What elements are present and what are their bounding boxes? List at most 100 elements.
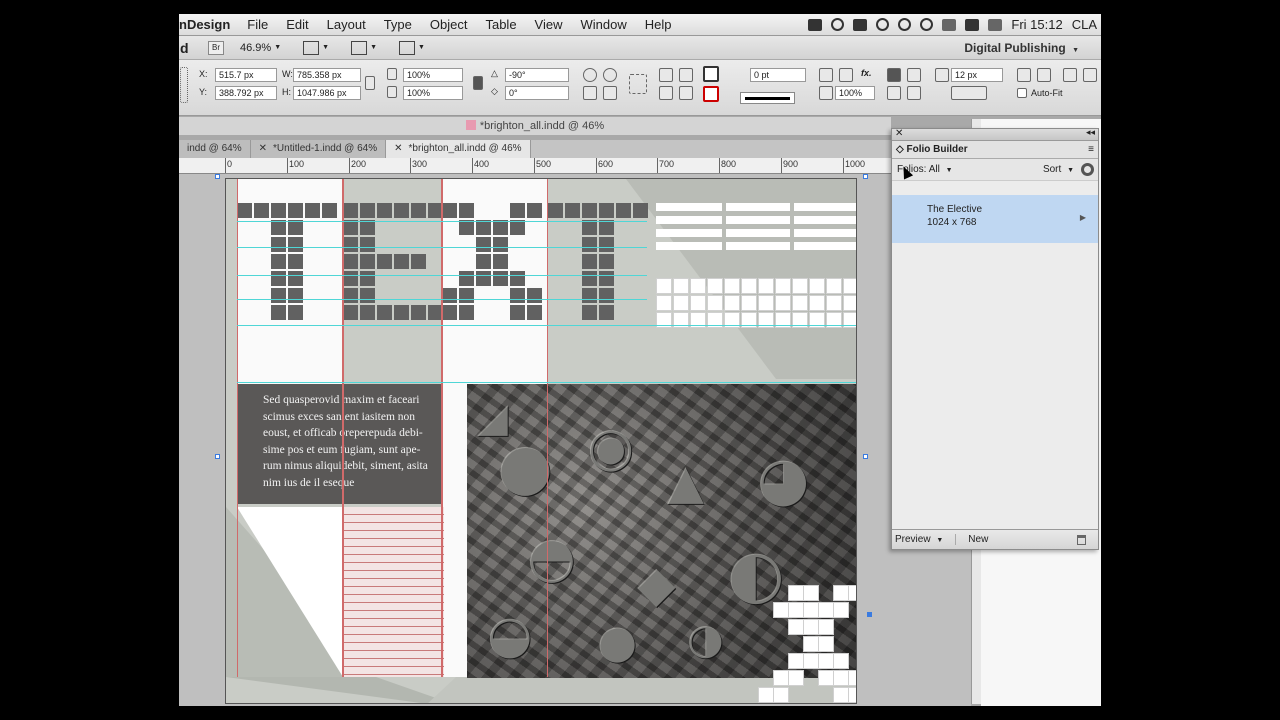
panel-menu-icon[interactable]: ≡ [1088, 141, 1094, 159]
camera-icon[interactable] [808, 18, 823, 31]
align-left-icon[interactable] [887, 86, 901, 100]
chevron-down-icon[interactable]: ▼ [274, 44, 281, 51]
screen-mode-icon[interactable] [351, 40, 368, 55]
shear-field[interactable]: 0° [505, 86, 569, 100]
white-pixel [843, 295, 856, 311]
fill-proportionally-icon[interactable] [1063, 68, 1077, 82]
menu-layout[interactable]: Layout [318, 17, 375, 32]
select-next-icon[interactable] [659, 68, 673, 82]
frame-handle[interactable] [863, 454, 868, 459]
menu-type[interactable]: Type [375, 17, 421, 32]
pasteboard[interactable]: ◢ ● ◉ ▲ ◕ ◓ ◆ ◐ ◒ ● ◑ Sed quasperovid ma… [179, 174, 971, 706]
opacity-field[interactable]: 100% [835, 86, 875, 100]
chevron-down-icon[interactable]: ▼ [370, 44, 377, 51]
folio-list-item[interactable]: The Elective 1024 x 768 ▶ [892, 195, 1098, 243]
preview-button[interactable]: Preview ▼ [892, 534, 957, 545]
fill-swatch-icon[interactable] [703, 66, 719, 82]
fx-icon[interactable]: fx. [861, 68, 872, 78]
sort-dropdown[interactable]: Sort ▼ [1043, 159, 1074, 182]
close-icon[interactable]: ✕ [394, 143, 402, 154]
rotate-cw-icon[interactable] [583, 68, 597, 82]
constrain-scale-icon[interactable] [473, 76, 483, 90]
rotation-field[interactable]: -90° [505, 68, 569, 82]
effects-icon[interactable] [839, 68, 853, 82]
align-center-icon[interactable] [907, 86, 921, 100]
x-field[interactable]: 515.7 px [215, 68, 277, 82]
volume-icon[interactable] [988, 18, 1003, 31]
document-page[interactable]: ◢ ● ◉ ▲ ◕ ◓ ◆ ◐ ◒ ● ◑ Sed quasperovid ma… [225, 178, 857, 704]
height-field[interactable]: 1047.986 px [293, 86, 361, 100]
frame-handle[interactable] [867, 612, 872, 617]
menu-object[interactable]: Object [421, 17, 477, 32]
menu-window[interactable]: Window [572, 17, 636, 32]
menu-clock[interactable]: Fri 15:12 [1011, 17, 1062, 32]
frame-handle[interactable] [215, 174, 220, 179]
gear-icon[interactable] [876, 18, 890, 31]
drop-shadow-icon[interactable] [819, 68, 833, 82]
folios-filter-dropdown[interactable]: All ▼ [929, 164, 953, 175]
scale-x-field[interactable]: 100% [403, 68, 463, 82]
tab-indd[interactable]: indd @ 64% [179, 140, 251, 158]
refresh-icon[interactable] [920, 18, 934, 31]
chevron-down-icon[interactable]: ▼ [418, 44, 425, 51]
pixel-block [599, 271, 614, 286]
select-prev-object-icon[interactable] [679, 86, 693, 100]
dropbox-icon[interactable] [853, 18, 868, 31]
constrain-proportions-icon[interactable] [365, 76, 375, 90]
select-container-icon[interactable] [629, 74, 647, 94]
flip-horizontal-icon[interactable] [583, 86, 597, 100]
wifi-icon[interactable] [942, 18, 957, 31]
white-bar [794, 242, 856, 250]
zoom-level[interactable]: 46.9% [240, 42, 271, 54]
fit-frame-icon[interactable] [1037, 68, 1051, 82]
trash-icon[interactable] [1077, 534, 1086, 545]
menu-table[interactable]: Table [476, 17, 525, 32]
chevron-right-icon[interactable]: ▶ [1080, 211, 1086, 224]
tab-untitled[interactable]: ✕ *Untitled-1.indd @ 64% [250, 140, 387, 158]
select-previous-icon[interactable] [659, 86, 673, 100]
menu-help[interactable]: Help [636, 17, 681, 32]
panel-tab-folio-builder[interactable]: ◇ Folio Builder ≡ [892, 141, 1098, 159]
chevron-down-icon[interactable]: ▼ [322, 44, 329, 51]
stroke-swatch-icon[interactable] [703, 86, 719, 102]
time-machine-icon[interactable] [898, 18, 912, 31]
new-button[interactable]: New [956, 534, 988, 545]
frame-handle[interactable] [863, 174, 868, 179]
stroke-weight-field[interactable]: 0 pt [750, 68, 806, 82]
horizontal-ruler[interactable]: 0 100 200 300 400 500 600 700 800 900 10… [179, 158, 891, 174]
rotate-ccw-icon[interactable] [603, 68, 617, 82]
autofit-checkbox[interactable] [1017, 88, 1027, 98]
text-wrap-none-icon[interactable] [887, 68, 901, 82]
view-options-icon[interactable] [303, 40, 320, 55]
width-field[interactable]: 785.358 px [293, 68, 361, 82]
menu-edit[interactable]: Edit [277, 17, 317, 32]
app-menu[interactable]: nDesign [179, 17, 238, 32]
text-wrap-box-icon[interactable] [907, 68, 921, 82]
scale-y-field[interactable]: 100% [403, 86, 463, 100]
fit-content-icon[interactable] [1017, 68, 1031, 82]
sync-icon[interactable] [831, 18, 845, 31]
flip-vertical-icon[interactable] [603, 86, 617, 100]
frame-handle[interactable] [215, 454, 220, 459]
close-icon[interactable]: ✕ [895, 128, 903, 139]
offset-field[interactable]: 12 px [951, 68, 1003, 82]
folio-name: The Elective [927, 204, 983, 215]
center-content-icon[interactable] [1083, 68, 1097, 82]
bridge-button[interactable]: Br [208, 40, 224, 55]
menu-view[interactable]: View [526, 17, 572, 32]
ruler-label: 1000 [845, 159, 866, 169]
arrange-documents-icon[interactable] [399, 40, 416, 55]
workspace-switcher[interactable]: Digital Publishing ▼ [964, 41, 1079, 55]
battery-icon[interactable] [965, 18, 980, 31]
menu-file[interactable]: File [238, 17, 277, 32]
collapse-icon[interactable]: ◂◂ [1086, 127, 1095, 138]
corner-options-icon[interactable] [951, 86, 987, 100]
close-icon[interactable]: ✕ [259, 143, 267, 154]
tab-brighton[interactable]: ✕ *brighton_all.indd @ 46% [386, 140, 531, 158]
reference-point-icon[interactable] [180, 67, 188, 103]
y-field[interactable]: 388.792 px [215, 86, 277, 100]
stroke-type-dropdown[interactable] [740, 92, 795, 104]
settings-icon[interactable] [1081, 163, 1094, 176]
menu-user[interactable]: CLA [1072, 17, 1097, 32]
select-content-icon[interactable] [679, 68, 693, 82]
